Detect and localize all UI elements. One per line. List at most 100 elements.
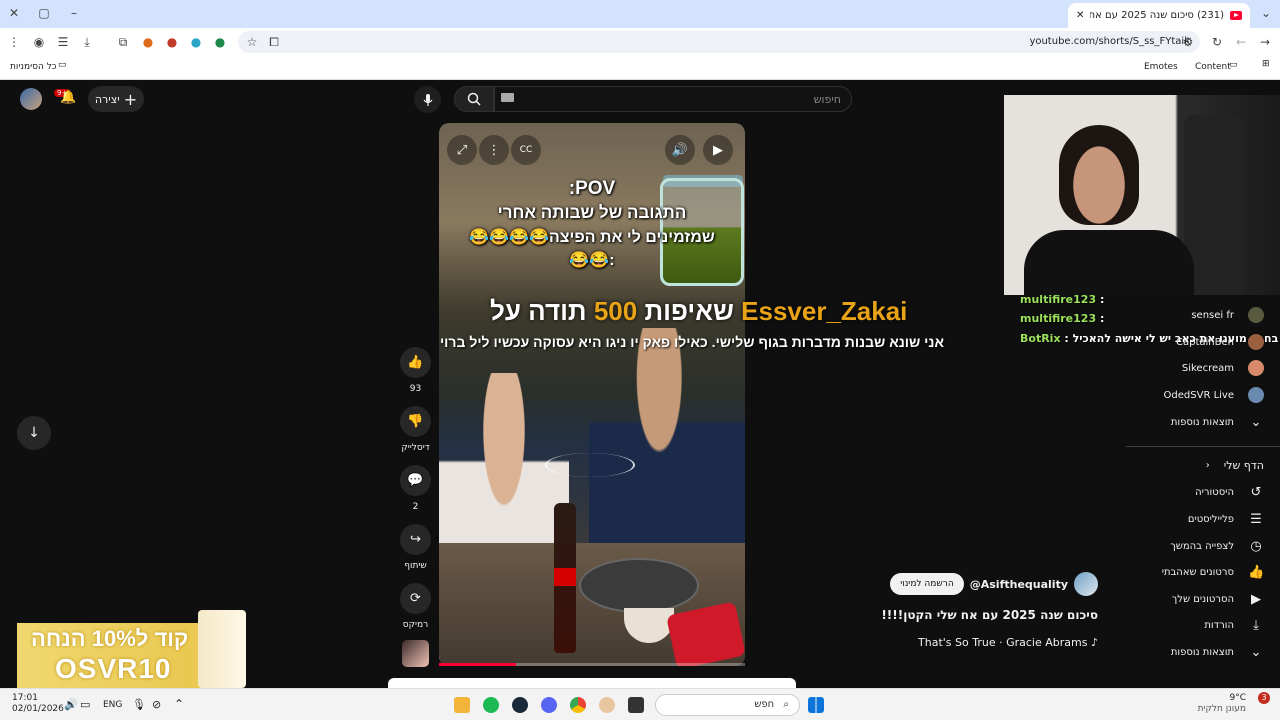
sidebar-sub-captainben[interactable]: CaptainBen [1114,331,1264,353]
close-tab-icon[interactable]: ✕ [1076,10,1084,21]
avatar[interactable] [20,88,42,110]
all-bookmarks-link[interactable]: כל הסימניות [10,62,57,72]
alert-amount: 500 [593,296,638,326]
tab-youtube[interactable]: (231) סיכום שנה 2025 עם אח ש ✕ [1068,3,1250,28]
app-icon[interactable] [599,697,615,713]
weather-widget[interactable]: 9°C מעונן חלקית [1198,693,1246,715]
shorts-video-player[interactable]: POV: התגובה של שבותה אחרי שמזמינים לי את… [439,123,745,666]
discord-icon[interactable] [541,697,557,713]
next-video-button[interactable]: ↓ [17,416,51,450]
voice-search-button[interactable] [414,86,441,113]
remix-action: ⟳ רמיקס [400,583,431,630]
music-title: That's So True · Gracie Abrams [918,636,1088,649]
volume-button[interactable]: 🔊 [665,135,695,165]
sidebar-item-downloads[interactable]: הורדות ⤓ [1114,614,1264,636]
channel-avatar[interactable] [1074,572,1098,596]
extension-icon[interactable]: ● [212,34,228,50]
windows-start-icon[interactable] [808,697,824,713]
url-text[interactable]: youtube.com/shorts/S_ss_FYtaik [1029,36,1190,47]
chat-user: multifire123 [1020,293,1097,306]
video-progress-bar[interactable] [439,663,745,666]
comment-action: 💬 2 [400,465,431,512]
volume-icon[interactable]: 🔊 [64,698,78,711]
extensions-icon[interactable]: ⧉ [115,34,131,50]
bookmark-emotes[interactable]: Emotes [1144,62,1178,72]
music-credit[interactable]: That's So True · Gracie Abrams ♪ [918,636,1098,649]
tab-list-icon[interactable]: ☰ [55,34,71,50]
language-indicator[interactable]: ENG [103,700,122,710]
bookmark-star-icon[interactable]: ☆ [244,34,260,50]
taskbar-search[interactable]: ⌕ חפש [655,694,800,716]
sidebar-show-more-label: תוצאות נוספות [1170,646,1234,658]
video-title[interactable]: סיכום שנה 2025 עם אח שלי הקטן!!!! [881,608,1098,622]
apps-grid-icon[interactable]: ⊞ [1262,59,1270,69]
search-button[interactable] [454,86,494,112]
remix-button[interactable]: ⟳ [400,583,431,614]
clock[interactable]: 17:01 02/01/2026 [12,693,64,715]
sidebar-show-more[interactable]: תוצאות נוספות ⌄ [1114,641,1264,663]
chat-text: : [1099,312,1105,325]
screen-cast-icon[interactable]: ⧠ [266,34,282,50]
forward-icon[interactable]: → [1257,34,1273,50]
channel-handle[interactable]: @Asifthequality [970,578,1068,591]
close-window-icon[interactable]: ✕ [6,5,22,21]
taskbar-search-label: חפש [754,699,775,710]
play-button[interactable]: ▶ [703,135,733,165]
extension-icon[interactable]: ● [140,34,156,50]
sidebar-item-liked[interactable]: סרטונים שאהבתי 👍 [1114,561,1264,583]
tab-search-icon[interactable]: ⌄ [1258,5,1274,21]
sidebar-item-playlists[interactable]: פלייליסטים ☰ [1114,508,1264,530]
captions-button[interactable]: CC [511,135,541,165]
alert-name: Essver_Zakai [741,296,908,326]
sidebar-you-header[interactable]: › הדף שלי [1114,454,1264,476]
network-icon[interactable]: ⊘ [152,698,161,711]
play-icon: ▶ [713,142,723,158]
back-icon[interactable]: ← [1233,34,1249,50]
promo-code: OSVR10 [55,653,172,684]
bell-icon[interactable]: 🔔 [60,90,76,105]
video-plate [579,558,699,613]
steam-icon[interactable] [512,697,528,713]
dislike-button[interactable]: 👎 [400,406,431,437]
search-input[interactable]: חיפוש [494,86,852,112]
display-icon[interactable]: ▭ [80,698,90,711]
sidebar-item-watch-later[interactable]: לצפייה בהמשך ◷ [1114,535,1264,557]
chevron-up-icon[interactable]: ⌃ [174,697,184,711]
terminal-icon[interactable] [628,697,644,713]
bookmark-content[interactable]: Content [1195,62,1231,72]
sound-thumbnail[interactable] [402,640,429,667]
microphone-icon[interactable]: 🎙 [132,698,146,711]
sidebar-sub-odedsvr[interactable]: OdedSVR Live [1114,384,1264,406]
minimize-window-icon[interactable]: – [66,5,82,21]
reload-icon[interactable]: ↻ [1209,34,1225,50]
sidebar-sub-sikecream[interactable]: Sikecream [1114,357,1264,379]
menu-icon[interactable]: ⋮ [6,34,22,50]
extension-icon[interactable]: ● [188,34,204,50]
sidebar-show-more-subs[interactable]: תוצאות נוספות ⌄ [1114,411,1264,433]
sidebar-item-your-videos[interactable]: הסרטונים שלך ▶ [1114,588,1264,610]
sidebar-item-history[interactable]: היסטוריה ↺ [1114,481,1264,503]
keyboard-icon[interactable] [501,93,514,102]
subscribe-button[interactable]: הרשמה למינוי [890,573,964,595]
sidebar-sub-sensei[interactable]: sensei fr [1114,304,1264,326]
folder-icon: ▭ [1229,60,1238,70]
avatar [1248,334,1264,350]
like-button[interactable]: 👍 [400,347,431,378]
fullscreen-button[interactable]: ⤢ [447,135,477,165]
avatar [1248,387,1264,403]
extension-icon[interactable]: ● [164,34,180,50]
profile-icon[interactable]: ◉ [31,34,47,50]
maximize-window-icon[interactable]: ▢ [36,5,52,21]
download-icon[interactable]: ⤓ [79,34,95,50]
spotify-icon[interactable] [483,697,499,713]
webcam-streamer-head [1059,125,1139,225]
share-button[interactable]: ↪ [400,524,431,555]
create-button[interactable]: יצירה + [88,86,144,112]
comment-icon: 💬 [407,473,424,488]
file-explorer-icon[interactable] [454,697,470,713]
comments-button[interactable]: 💬 [400,465,431,496]
clock-date: 02/01/2026 [12,704,64,714]
more-options-button[interactable]: ⋮ [479,135,509,165]
create-label: יצירה [94,92,120,106]
chrome-icon[interactable] [570,697,586,713]
